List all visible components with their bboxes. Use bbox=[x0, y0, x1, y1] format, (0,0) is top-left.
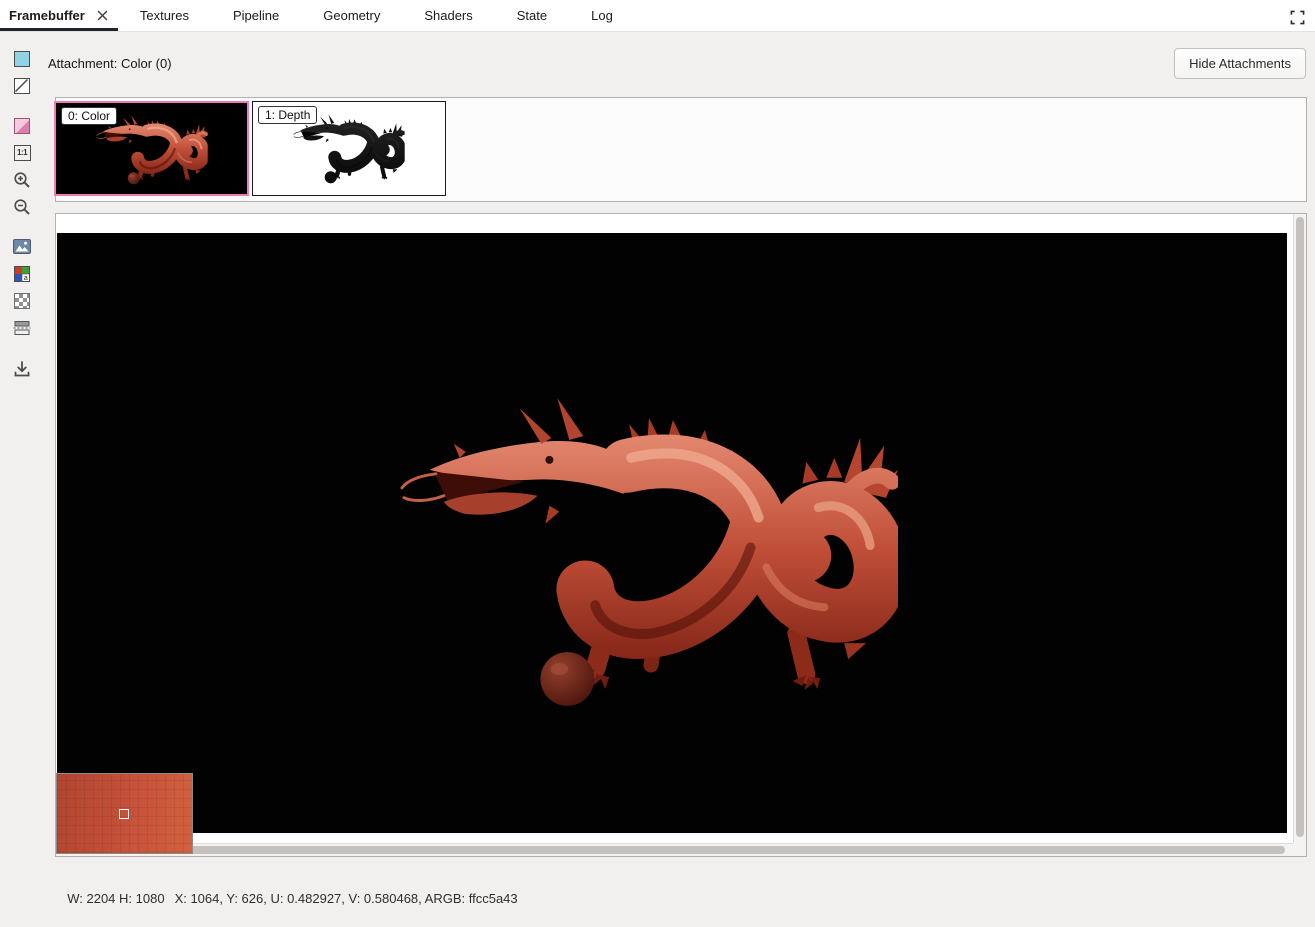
dragon-render bbox=[400, 378, 898, 727]
flip-vertical-icon bbox=[13, 320, 31, 336]
attachment-label-chip: 0: Color bbox=[61, 107, 117, 125]
status-size: W: 2204 H: 1080 bbox=[67, 891, 164, 906]
status-bar: W: 2204 H: 1080 X: 1064, Y: 626, U: 0.482… bbox=[60, 876, 518, 906]
vertical-scrollbar-thumb[interactable] bbox=[1296, 217, 1304, 837]
tab-geometry-label: Geometry bbox=[323, 8, 380, 23]
tab-textures-label: Textures bbox=[140, 8, 189, 23]
tab-pipeline-label: Pipeline bbox=[233, 8, 279, 23]
zoom-in-button[interactable] bbox=[9, 166, 36, 193]
close-icon[interactable] bbox=[97, 10, 108, 21]
save-button[interactable] bbox=[9, 355, 36, 382]
vertical-scrollbar[interactable] bbox=[1293, 214, 1306, 843]
color-swatch-button[interactable] bbox=[9, 45, 36, 72]
diagonal-swatch-icon bbox=[14, 78, 30, 94]
scrollbar-corner bbox=[1293, 843, 1306, 856]
tab-log[interactable]: Log bbox=[569, 0, 635, 31]
attachments-panel: 0: Color 1: Depth bbox=[55, 97, 1307, 202]
magnifier-center-pixel bbox=[119, 809, 129, 819]
status-pixel-info: X: 1064, Y: 626, U: 0.482927, V: 0.58046… bbox=[175, 891, 518, 906]
zoom-out-icon bbox=[13, 198, 31, 216]
checkerboard-button[interactable] bbox=[9, 287, 36, 314]
horizontal-scrollbar[interactable] bbox=[56, 843, 1293, 856]
tab-state-label: State bbox=[517, 8, 547, 23]
save-icon bbox=[13, 360, 31, 378]
tab-log-label: Log bbox=[591, 8, 613, 23]
pink-swatch-button[interactable] bbox=[9, 112, 36, 139]
attachment-thumb-depth[interactable]: 1: Depth bbox=[252, 101, 446, 196]
channels-button[interactable]: a bbox=[9, 260, 36, 287]
tab-bar: Framebuffer Textures Pipeline Geometry S… bbox=[0, 0, 1315, 32]
horizontal-scrollbar-thumb[interactable] bbox=[59, 846, 1285, 854]
tab-textures[interactable]: Textures bbox=[118, 0, 211, 31]
fullscreen-button[interactable] bbox=[1287, 7, 1307, 27]
channels-icon: a bbox=[14, 266, 30, 282]
checkerboard-icon bbox=[14, 293, 30, 309]
framebuffer-viewer bbox=[55, 213, 1307, 857]
actual-size-button[interactable]: 1:1 bbox=[9, 139, 36, 166]
viewer-toolbar: 1:1 a bbox=[0, 32, 44, 927]
fullscreen-icon bbox=[1290, 10, 1305, 25]
image-view-button[interactable] bbox=[9, 233, 36, 260]
pink-swatch-icon bbox=[14, 118, 30, 134]
flip-vertical-button[interactable] bbox=[9, 314, 36, 341]
attachment-thumb-color[interactable]: 0: Color bbox=[54, 101, 249, 196]
zoom-out-button[interactable] bbox=[9, 193, 36, 220]
zoom-in-icon bbox=[13, 171, 31, 189]
framebuffer-canvas[interactable] bbox=[57, 233, 1287, 833]
hide-attachments-button[interactable]: Hide Attachments bbox=[1174, 48, 1306, 79]
color-swatch-icon bbox=[14, 51, 30, 67]
tab-framebuffer[interactable]: Framebuffer bbox=[0, 0, 118, 31]
tab-shaders[interactable]: Shaders bbox=[402, 0, 494, 31]
tab-geometry[interactable]: Geometry bbox=[301, 0, 402, 31]
tab-pipeline[interactable]: Pipeline bbox=[211, 0, 301, 31]
one-to-one-icon: 1:1 bbox=[14, 145, 31, 161]
tab-framebuffer-label: Framebuffer bbox=[9, 8, 85, 23]
pixel-magnifier bbox=[56, 773, 193, 854]
attachment-label-chip: 1: Depth bbox=[258, 106, 317, 124]
empty-swatch-button[interactable] bbox=[9, 72, 36, 99]
svg-text:a: a bbox=[24, 275, 28, 282]
tab-state[interactable]: State bbox=[495, 0, 569, 31]
tab-shaders-label: Shaders bbox=[424, 8, 472, 23]
attachment-title: Attachment: Color (0) bbox=[48, 56, 172, 74]
image-icon bbox=[13, 239, 31, 254]
